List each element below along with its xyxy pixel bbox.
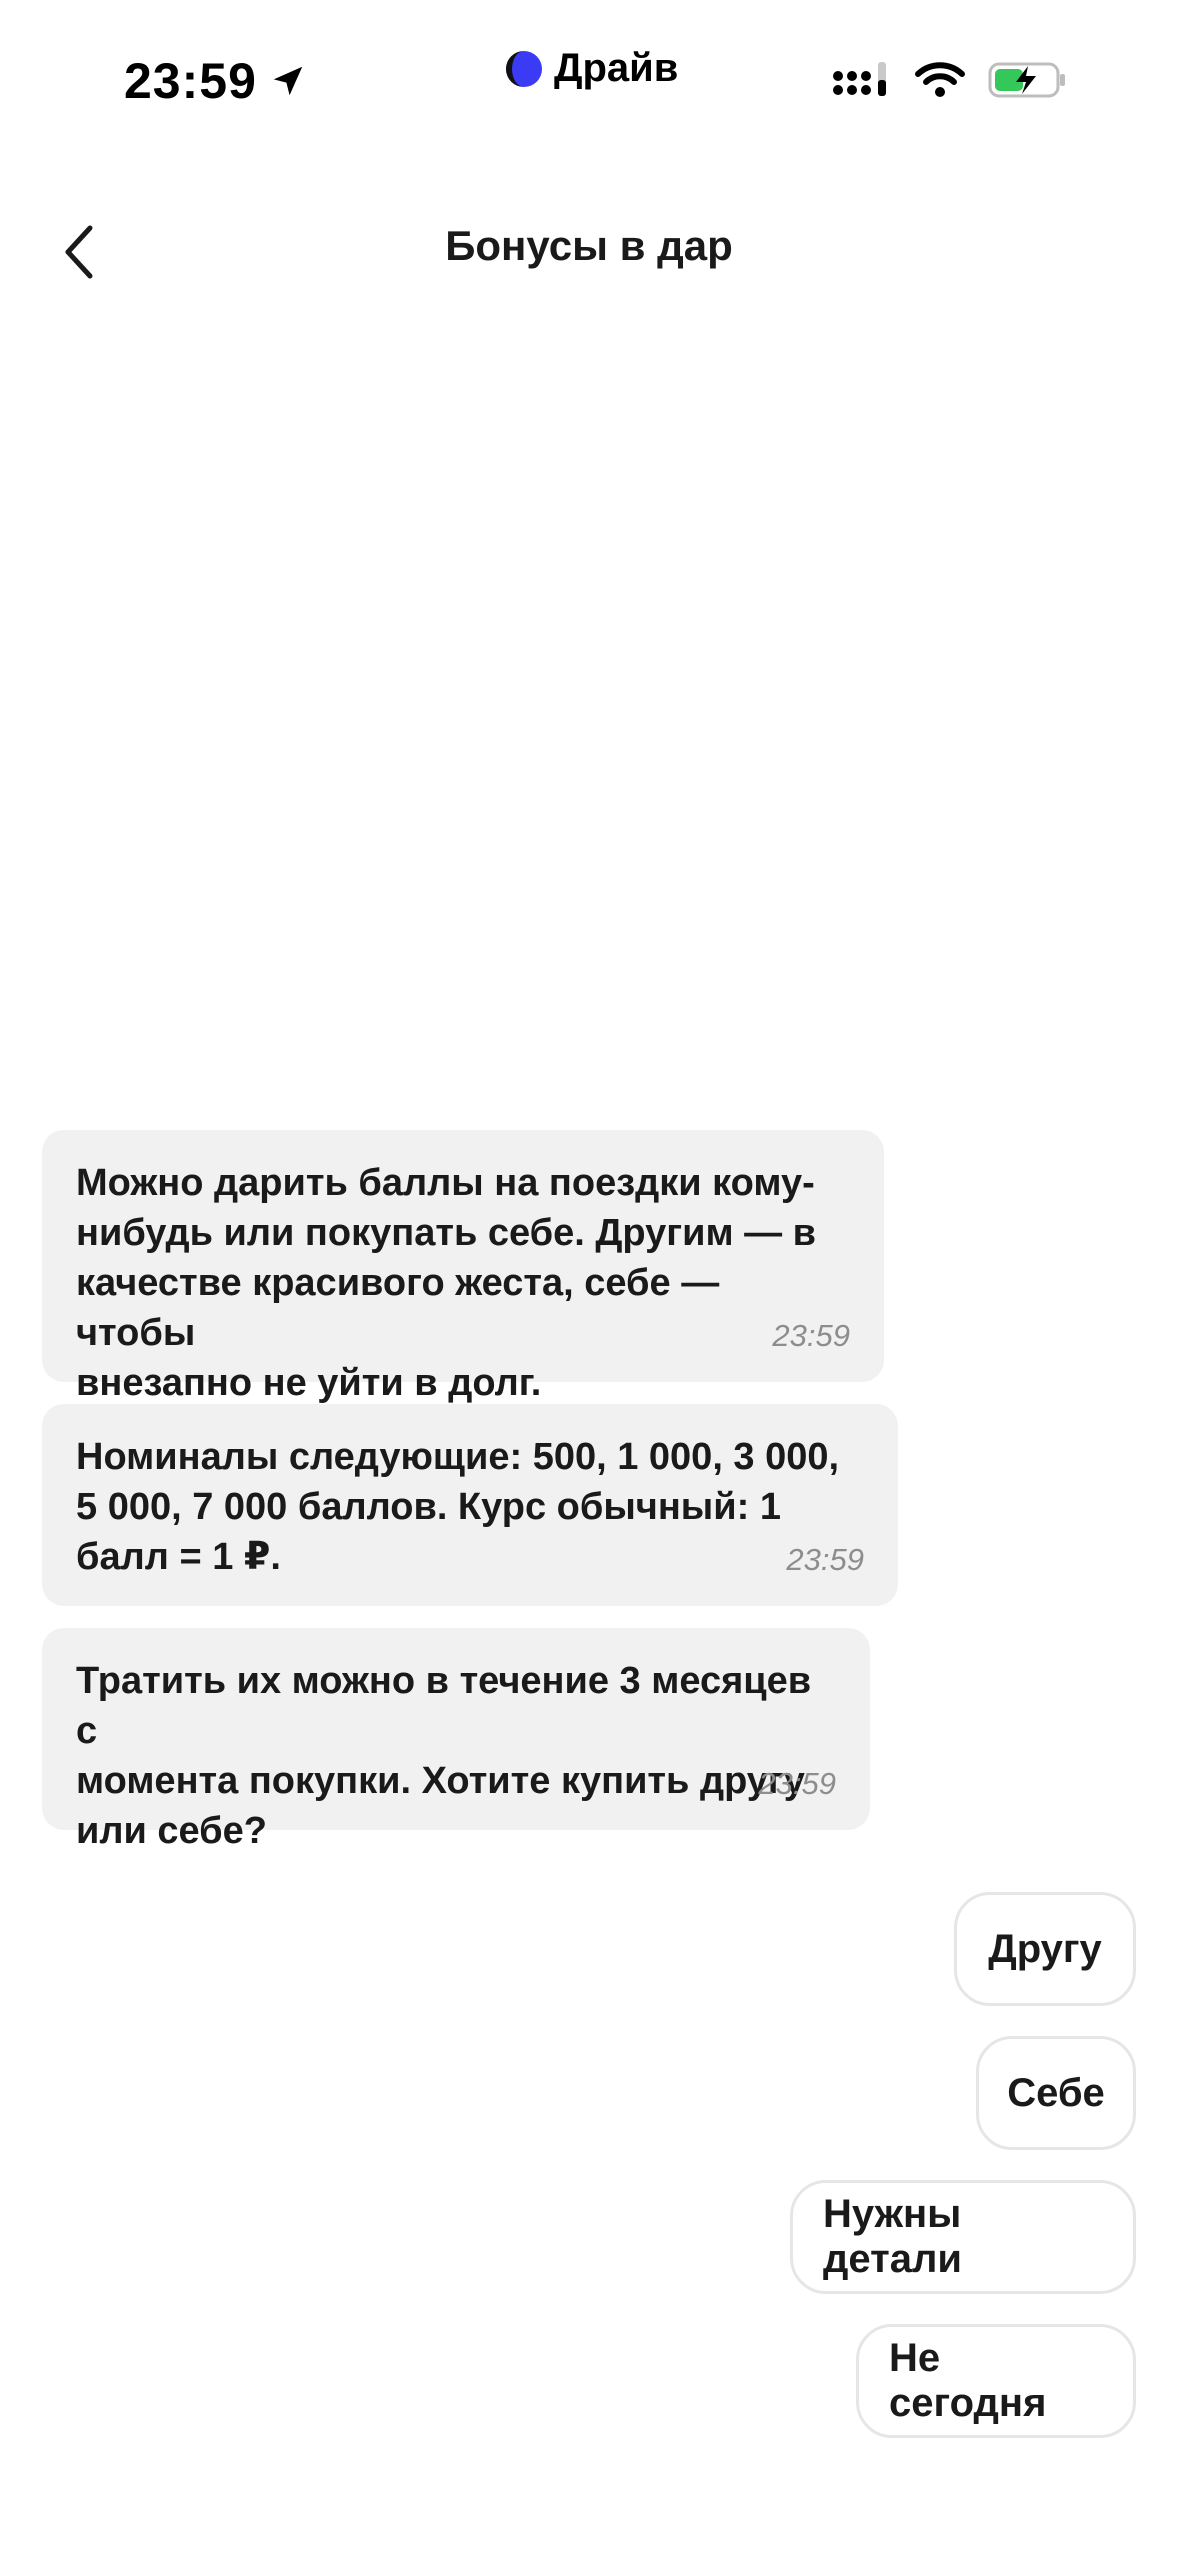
status-app-indicator: Драйв <box>504 46 678 91</box>
chat-message: Можно дарить баллы на поездки кому- нибу… <box>42 1130 884 1404</box>
message-text: Можно дарить баллы на поездки кому- нибу… <box>76 1162 817 1404</box>
cellular-signal-icon <box>832 60 892 100</box>
status-time-group: 23:59 <box>124 52 307 110</box>
message-text: Номиналы следующие: 500, 1 000, 3 000, 5… <box>76 1436 840 1578</box>
quick-reply-not-today-button[interactable]: Не сегодня <box>856 2324 1136 2438</box>
message-time: 23:59 <box>786 1542 864 1577</box>
status-time: 23:59 <box>124 53 257 109</box>
header: Бонусы в дар <box>0 200 1178 304</box>
app-logo-icon <box>504 49 544 89</box>
page-title: Бонусы в дар <box>445 222 733 269</box>
chat-message: Номиналы следующие: 500, 1 000, 3 000, 5… <box>42 1404 898 1606</box>
battery-charging-icon <box>988 60 1068 100</box>
message-time: 23:59 <box>772 1318 850 1353</box>
status-bar: 23:59 Драйв <box>0 0 1178 150</box>
quick-reply-details-button[interactable]: Нужны детали <box>790 2180 1136 2294</box>
message-text: Тратить их можно в течение 3 месяцев с м… <box>76 1660 812 1852</box>
quick-reply-self-button[interactable]: Себе <box>976 2036 1136 2150</box>
message-time: 23:59 <box>758 1766 836 1801</box>
wifi-icon <box>914 60 966 100</box>
quick-reply-friend-button[interactable]: Другу <box>954 1892 1136 2006</box>
status-right-icons <box>832 60 1068 100</box>
status-app-name: Драйв <box>554 46 679 90</box>
chat-message: Тратить их можно в течение 3 месяцев с м… <box>42 1628 870 1852</box>
location-arrow-icon <box>269 62 307 100</box>
